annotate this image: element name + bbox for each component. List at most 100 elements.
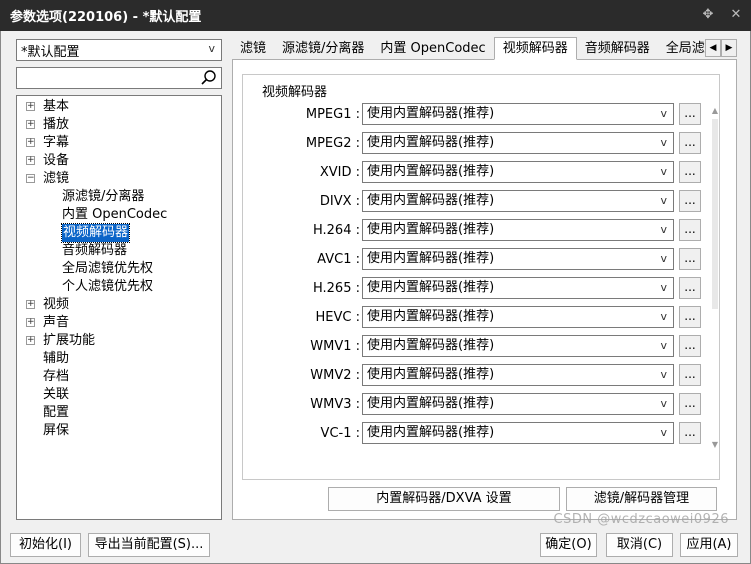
search-input[interactable] [16,67,222,89]
pin-icon[interactable]: ✥ [701,7,715,22]
tree-item[interactable]: 关联 [17,386,221,404]
decoder-options-button[interactable]: ... [679,219,701,241]
chevron-down-icon: v [660,223,667,236]
settings-tree: + 基本 + 播放 + 字幕 + 设备 − 滤镜 源滤镜/分离器 内置 OpenCodec 视频解码器音… [16,95,222,520]
tab-item[interactable]: 内置 OpenCodec [372,38,493,59]
filter-decoder-manage-button[interactable]: 滤镜/解码器管理 [566,487,717,511]
tree-item[interactable]: + 播放 [17,116,221,134]
decoder-select[interactable]: 使用内置解码器(推荐) v [362,103,674,125]
decoder-options-button[interactable]: ... [679,393,701,415]
tree-item[interactable]: + 声音 [17,314,221,332]
tab-item[interactable]: 视频解码器 [493,37,577,60]
decoder-row: H.265 : 使用内置解码器(推荐) v... [243,277,723,301]
decoder-select-value: 使用内置解码器(推荐) [367,106,495,121]
tree-item[interactable]: 个人滤镜优先权 [17,278,221,296]
watermark: CSDN @wcdzcaowei0926 [553,512,729,527]
tree-item[interactable]: 配置 [17,404,221,422]
tree-item[interactable]: − 滤镜 [17,170,221,188]
decoder-format-label: HEVC : [315,310,360,325]
decoder-options-button[interactable]: ... [679,103,701,125]
tree-item[interactable]: 辅助 [17,350,221,368]
decoder-select-value: 使用内置解码器(推荐) [367,193,495,208]
decoder-row: DIVX : 使用内置解码器(推荐) v... [243,190,723,214]
scroll-right-icon[interactable]: ▶ [721,39,737,57]
tree-item-label: 滤镜 [43,171,70,186]
expand-icon[interactable]: + [26,300,35,309]
chevron-down-icon: v [660,368,667,381]
decoder-format-label: XVID : [319,165,360,180]
expand-icon[interactable]: + [26,318,35,327]
tab-item[interactable]: 源滤镜/分离器 [274,38,372,59]
tree-item[interactable]: + 设备 [17,152,221,170]
expand-icon[interactable]: + [26,138,35,147]
tree-item[interactable]: 屏保 [17,422,221,440]
decoder-options-button[interactable]: ... [679,132,701,154]
apply-button[interactable]: 应用(A) [680,533,738,557]
decoder-format-label: MPEG1 : [305,107,360,122]
decoder-select-value: 使用内置解码器(推荐) [367,367,495,382]
tree-item[interactable]: + 基本 [17,98,221,116]
decoder-format-label: WMV2 : [310,368,360,383]
decoder-group: 视频解码器 ▲ ▼ MPEG1 : 使用内置解码器(推荐) v... MPEG2 :使… [242,74,720,480]
tab-item[interactable]: 滤镜 [232,38,274,59]
tree-item[interactable]: + 视频 [17,296,221,314]
decoder-select[interactable]: 使用内置解码器(推荐) v [362,306,674,328]
decoder-select[interactable]: 使用内置解码器(推荐) v [362,219,674,241]
tree-item[interactable]: + 字幕 [17,134,221,152]
expand-icon[interactable]: + [26,336,35,345]
tree-item[interactable]: 全局滤镜优先权 [17,260,221,278]
decoder-row: XVID : 使用内置解码器(推荐) v... [243,161,723,185]
ok-button[interactable]: 确定(O) [540,533,597,557]
decoder-select[interactable]: 使用内置解码器(推荐) v [362,248,674,270]
decoder-select[interactable]: 使用内置解码器(推荐) v [362,422,674,444]
decoder-options-button[interactable]: ... [679,335,701,357]
export-config-button[interactable]: 导出当前配置(S)... [88,533,210,557]
decoder-select-value: 使用内置解码器(推荐) [367,338,495,353]
decoder-select-value: 使用内置解码器(推荐) [367,164,495,179]
tree-item-label: 音频解码器 [62,243,128,258]
tree-item[interactable]: 内置 OpenCodec [17,206,221,224]
expand-icon[interactable]: + [26,120,35,129]
tree-item[interactable]: 音频解码器 [17,242,221,260]
tree-item-label: 辅助 [43,351,70,366]
init-button[interactable]: 初始化(I) [10,533,81,557]
decoder-format-label: WMV3 : [310,397,360,412]
decoder-options-button[interactable]: ... [679,306,701,328]
scroll-left-icon[interactable]: ◀ [705,39,721,57]
decoder-select[interactable]: 使用内置解码器(推荐) v [362,161,674,183]
decoder-select-value: 使用内置解码器(推荐) [367,425,495,440]
expand-icon[interactable]: + [26,156,35,165]
decoder-options-button[interactable]: ... [679,422,701,444]
decoder-row: WMV3 : 使用内置解码器(推荐) v... [243,393,723,417]
chevron-down-icon: v [660,194,667,207]
decoder-options-button[interactable]: ... [679,248,701,270]
decoder-options-button[interactable]: ... [679,190,701,212]
decoder-options-button[interactable]: ... [679,364,701,386]
tree-item-label: 扩展功能 [43,333,96,348]
decoder-select[interactable]: 使用内置解码器(推荐) v [362,364,674,386]
cancel-button[interactable]: 取消(C) [606,533,673,557]
expand-icon[interactable]: + [26,102,35,111]
decoder-options-button[interactable]: ... [679,161,701,183]
chevron-down-icon: v [660,107,667,120]
tree-item[interactable]: + 扩展功能 [17,332,221,350]
chevron-down-icon: v [208,42,215,55]
tree-item[interactable]: 源滤镜/分离器 [17,188,221,206]
tree-item[interactable]: 存档 [17,368,221,386]
tree-item[interactable]: 视频解码器 [17,223,221,243]
close-icon[interactable]: ✕ [729,7,743,22]
tree-item-label: 字幕 [43,135,70,150]
decoder-select[interactable]: 使用内置解码器(推荐) v [362,190,674,212]
decoder-select[interactable]: 使用内置解码器(推荐) v [362,277,674,299]
search-icon[interactable] [200,69,218,87]
collapse-icon[interactable]: − [26,174,35,183]
profile-dropdown[interactable]: *默认配置 v [16,39,222,61]
tab-item[interactable]: 音频解码器 [577,38,658,59]
decoder-select[interactable]: 使用内置解码器(推荐) v [362,335,674,357]
decoder-options-button[interactable]: ... [679,277,701,299]
decoder-select[interactable]: 使用内置解码器(推荐) v [362,393,674,415]
decoder-select[interactable]: 使用内置解码器(推荐) v [362,132,674,154]
tree-item-label: 存档 [43,369,70,384]
decoder-select-value: 使用内置解码器(推荐) [367,251,495,266]
builtin-dxva-settings-button[interactable]: 内置解码器/DXVA 设置 [328,487,560,511]
